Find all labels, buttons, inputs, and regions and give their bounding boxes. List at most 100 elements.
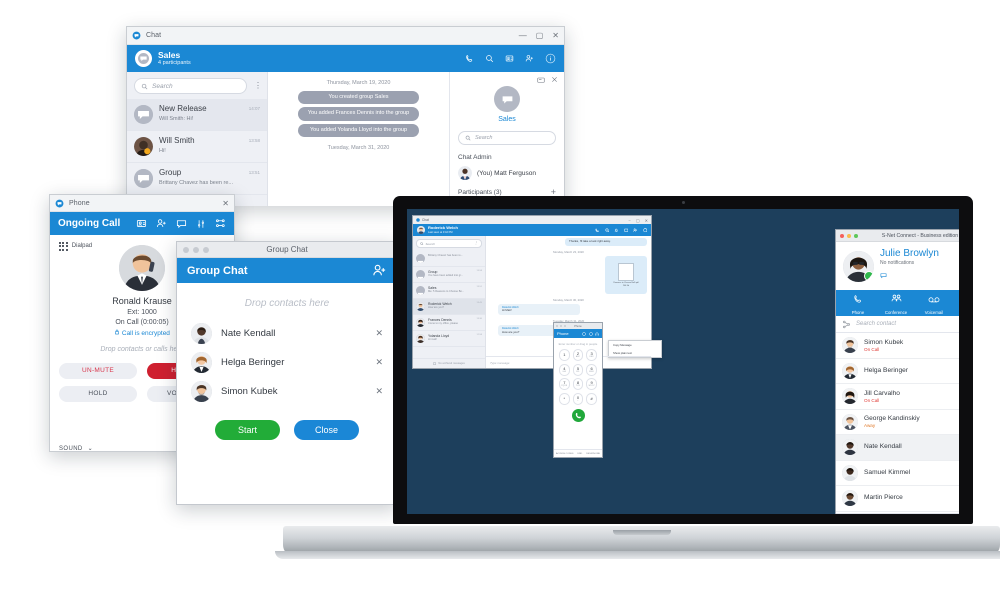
unmute-button[interactable]: UN-MUTE	[59, 362, 137, 379]
search-icon[interactable]	[485, 54, 494, 63]
tab-access-codes[interactable]: ACCESS CODES	[556, 453, 573, 455]
start-button[interactable]: Start	[215, 420, 280, 440]
laptop-search-input[interactable]: Search ⋮	[416, 239, 482, 248]
maximize-button[interactable]: ▢	[536, 31, 544, 40]
snet-nav[interactable]: Phone Conference Voicemail Group Ch	[836, 290, 959, 316]
contact-card-icon[interactable]	[505, 54, 514, 63]
conversation-search-input[interactable]: Search	[134, 78, 247, 94]
snet-nav-voicemail[interactable]: Voicemail	[915, 291, 953, 315]
laptop-chat-titlebar: Chat − ▢ ✕	[413, 216, 651, 224]
list-item[interactable]: Roderick Welch How are you? 13:45	[413, 299, 485, 315]
close-button[interactable]: ✕	[552, 31, 559, 40]
list-item[interactable]: Frances Dennis Come to my office, please…	[413, 315, 485, 331]
phone-icon[interactable]	[465, 54, 474, 63]
list-item[interactable]: Sales Me: 5 Reasons to Choose Bo... 13:5…	[413, 283, 485, 299]
edit-group-icon[interactable]	[537, 76, 545, 84]
laptop-conversation-list[interactable]: Search ⋮ Brittany Chavez has been re...	[413, 236, 486, 368]
video-icon[interactable]	[582, 331, 586, 336]
snet-search-row[interactable]: Search contact	[836, 316, 959, 333]
dialpad-key[interactable]: 9 WXYZ	[586, 378, 597, 390]
list-item[interactable]: Group Brittany Chavez has been re... 13:…	[127, 163, 267, 195]
window-controls: ✕	[222, 199, 229, 208]
chat-window[interactable]: Chat — ▢ ✕ Sales 4 participants Search ⋮…	[126, 26, 565, 206]
bell-icon[interactable]	[614, 228, 619, 233]
dialpad-key[interactable]: 8 TUV	[572, 378, 584, 390]
contact-name: Helga Beringer	[864, 366, 908, 374]
laptop-phone-panel[interactable]: Phone Phone Enter number or drag in peop…	[553, 322, 603, 458]
list-item[interactable]: Brittany Chavez has been re...	[413, 251, 485, 267]
list-item[interactable]: Yolanda Lloyd Hi matt! 12:58	[413, 331, 485, 347]
dialpad-key[interactable]: 4 GHI	[559, 363, 570, 376]
laptop-chat-window[interactable]: Chat − ▢ ✕ Roderick Welch Last seen at 3:4…	[412, 215, 662, 369]
dialpad-key[interactable]: 2 ABC	[572, 349, 584, 361]
window-controls[interactable]: − ▢ ✕	[629, 218, 648, 223]
dialpad-key[interactable]: 7 PQRS	[559, 378, 570, 390]
headset-icon[interactable]	[595, 332, 599, 336]
hold-button[interactable]: HOLD	[59, 385, 137, 402]
table-row[interactable]: Nate Kendall	[836, 435, 959, 461]
list-item[interactable]: New Release Will Smith: Hi! 14:07	[127, 99, 267, 131]
laptop-phone-tabs[interactable]: ACCESS CODES DND DESKPHONE	[554, 449, 602, 457]
table-row[interactable]: Jill Carvalho On Call	[836, 384, 959, 410]
date-separator: Monday, March 30, 2020	[553, 297, 584, 302]
dialpad-key[interactable]: 0 +	[572, 392, 584, 405]
info-icon[interactable]	[545, 53, 556, 64]
more-options-icon[interactable]: ⋮	[254, 81, 262, 88]
snet-nav-group-chat[interactable]: Group Chat	[953, 291, 959, 315]
list-item-time: 13:30	[476, 318, 482, 320]
contact-status: On Call	[864, 397, 880, 403]
snet-nav-voicemail-label: Voicemail	[924, 310, 944, 315]
chat-participants-count: 4 participants	[158, 59, 191, 66]
conversation-list[interactable]: Search ⋮ New Release Will Smith: Hi! 14:…	[127, 72, 268, 206]
table-row[interactable]: George Kandinskiy Away	[836, 410, 959, 435]
add-participant-icon[interactable]	[633, 228, 638, 233]
settings-sliders-icon[interactable]	[196, 219, 206, 229]
snet-profile[interactable]: Julie Browlyn No notifications s-net	[836, 242, 959, 290]
system-message: You added Frances Dennis into the group	[298, 107, 419, 121]
chat-bubble-icon[interactable]	[880, 272, 887, 279]
tab-dnd[interactable]: DND	[577, 453, 582, 455]
table-row[interactable]: Samuel Kimmel	[836, 461, 959, 486]
close-icon[interactable]	[551, 76, 558, 84]
minimize-button[interactable]: —	[519, 31, 527, 40]
dialpad-key[interactable]: 5 JKL	[572, 363, 584, 376]
table-row[interactable]: Helga Beringer	[836, 359, 959, 384]
list-item[interactable]: Will Smith Hi! 13:58	[127, 131, 267, 163]
transfer-icon[interactable]	[215, 218, 226, 229]
dialpad-key[interactable]: *	[559, 392, 570, 405]
contact-card-icon[interactable]	[623, 228, 629, 233]
avatar	[842, 490, 858, 507]
dialpad-key[interactable]: 6 MNO	[586, 363, 597, 376]
call-button[interactable]	[571, 408, 585, 422]
list-item[interactable]: Group You have been added into gr... 13:…	[413, 267, 485, 283]
file-attachment[interactable]: Reasons to Choose BoS.pdf 200 Kb	[605, 255, 647, 294]
chat-bubble-icon[interactable]	[176, 218, 187, 229]
dialpad-key[interactable]: 1	[559, 349, 570, 361]
search-icon[interactable]	[604, 228, 610, 233]
contact-card-icon[interactable]	[136, 218, 147, 229]
table-row[interactable]: Simon Kubek On Call	[836, 333, 959, 359]
avatar	[417, 226, 425, 234]
snet-tabs[interactable]: DIRECTORY CONTACTS FAVORITES HISTORY	[836, 513, 959, 514]
dialpad-key[interactable]: 3 DEF	[586, 349, 597, 361]
snet-nav-phone[interactable]: Phone	[839, 291, 877, 315]
table-row[interactable]: Martin Pierce	[836, 486, 959, 512]
org-chart-icon[interactable]	[842, 320, 851, 329]
add-participant-icon[interactable]	[156, 218, 167, 229]
snet-nav-conference[interactable]: Conference	[877, 291, 915, 315]
snet-connect-window[interactable]: S-Net Connect - Business edition Julie B…	[835, 229, 959, 514]
contact-status: Away	[864, 423, 876, 429]
close-button[interactable]: ✕	[222, 199, 229, 208]
participant-search-input[interactable]: Search	[458, 131, 556, 145]
avatar	[842, 464, 858, 481]
phone-icon[interactable]	[595, 228, 600, 233]
dialpad-key[interactable]: #	[586, 392, 597, 405]
add-participant-icon[interactable]	[525, 54, 534, 63]
tab-deskphone[interactable]: DESKPHONE	[586, 453, 600, 455]
context-menu-item-copy[interactable]: Copy Message	[609, 341, 661, 349]
dialpad-keys[interactable]: 1 2 ABC 3 DEF 4 GHI 5 JKL 6 MNO 7 PQRS 8 TUV 9W…	[554, 349, 602, 405]
more-options-icon[interactable]: ⋮	[474, 240, 478, 245]
info-icon[interactable]	[642, 228, 648, 233]
record-icon[interactable]	[588, 331, 593, 336]
archived-messages-bar[interactable]: No archived messages	[413, 358, 485, 368]
